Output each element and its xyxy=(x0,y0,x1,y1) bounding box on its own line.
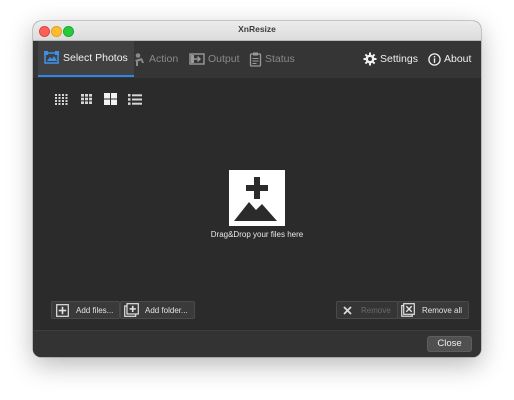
add-folder-icon xyxy=(123,303,139,317)
select-photos-icon xyxy=(44,51,59,64)
medium-grid-view-button[interactable] xyxy=(78,92,94,106)
footer-bar: Close xyxy=(33,330,481,357)
small-grid-view-icon xyxy=(103,93,117,105)
large-grid-view-button[interactable] xyxy=(53,92,69,106)
about-label: About xyxy=(444,53,472,65)
add-files-button[interactable]: Add files... xyxy=(51,301,121,319)
dropzone-label: Drag&Drop your files here xyxy=(210,230,304,239)
status-icon xyxy=(249,52,262,67)
about-button[interactable]: About xyxy=(428,41,471,77)
gear-icon xyxy=(363,52,377,66)
tab-output[interactable]: Output xyxy=(189,41,240,77)
action-icon xyxy=(135,52,144,66)
remove-label: Remove xyxy=(361,305,391,315)
list-view-button[interactable] xyxy=(127,92,143,106)
settings-label: Settings xyxy=(380,53,418,65)
tab-label: Status xyxy=(265,53,295,65)
tab-action[interactable]: Action xyxy=(133,41,178,77)
remove-x-icon xyxy=(342,305,352,315)
add-image-icon[interactable] xyxy=(229,170,285,226)
output-icon xyxy=(189,53,205,65)
medium-grid-view-icon xyxy=(80,94,92,104)
add-files-label: Add files... xyxy=(76,305,114,315)
app-window: XnResize Select Photos Action Output Sta… xyxy=(33,21,481,357)
window-title: XnResize xyxy=(238,24,276,34)
close-button[interactable]: Close xyxy=(427,336,472,352)
remove-all-icon xyxy=(401,303,415,317)
remove-all-label: Remove all xyxy=(422,305,463,315)
tab-select-photos[interactable]: Select Photos xyxy=(38,41,134,77)
title-bar: XnResize xyxy=(33,21,481,41)
tab-label: Select Photos xyxy=(63,52,128,64)
info-icon xyxy=(428,52,441,66)
photo-list-area[interactable]: Drag&Drop your files here Add files... A… xyxy=(33,78,481,330)
tab-status[interactable]: Status xyxy=(249,41,295,77)
settings-button[interactable]: Settings xyxy=(363,41,418,77)
remove-button[interactable]: Remove xyxy=(336,301,398,319)
tab-label: Output xyxy=(208,53,240,65)
tab-label: Action xyxy=(149,53,179,65)
small-grid-view-button[interactable] xyxy=(102,92,118,106)
toolbar: Select Photos Action Output Status Setti… xyxy=(33,41,481,78)
remove-all-button[interactable]: Remove all xyxy=(397,301,470,319)
large-grid-view-icon xyxy=(54,93,67,105)
list-view-icon xyxy=(128,93,142,105)
add-file-icon xyxy=(55,303,69,317)
add-folder-button[interactable]: Add folder... xyxy=(120,301,195,319)
add-folder-label: Add folder... xyxy=(145,305,188,315)
